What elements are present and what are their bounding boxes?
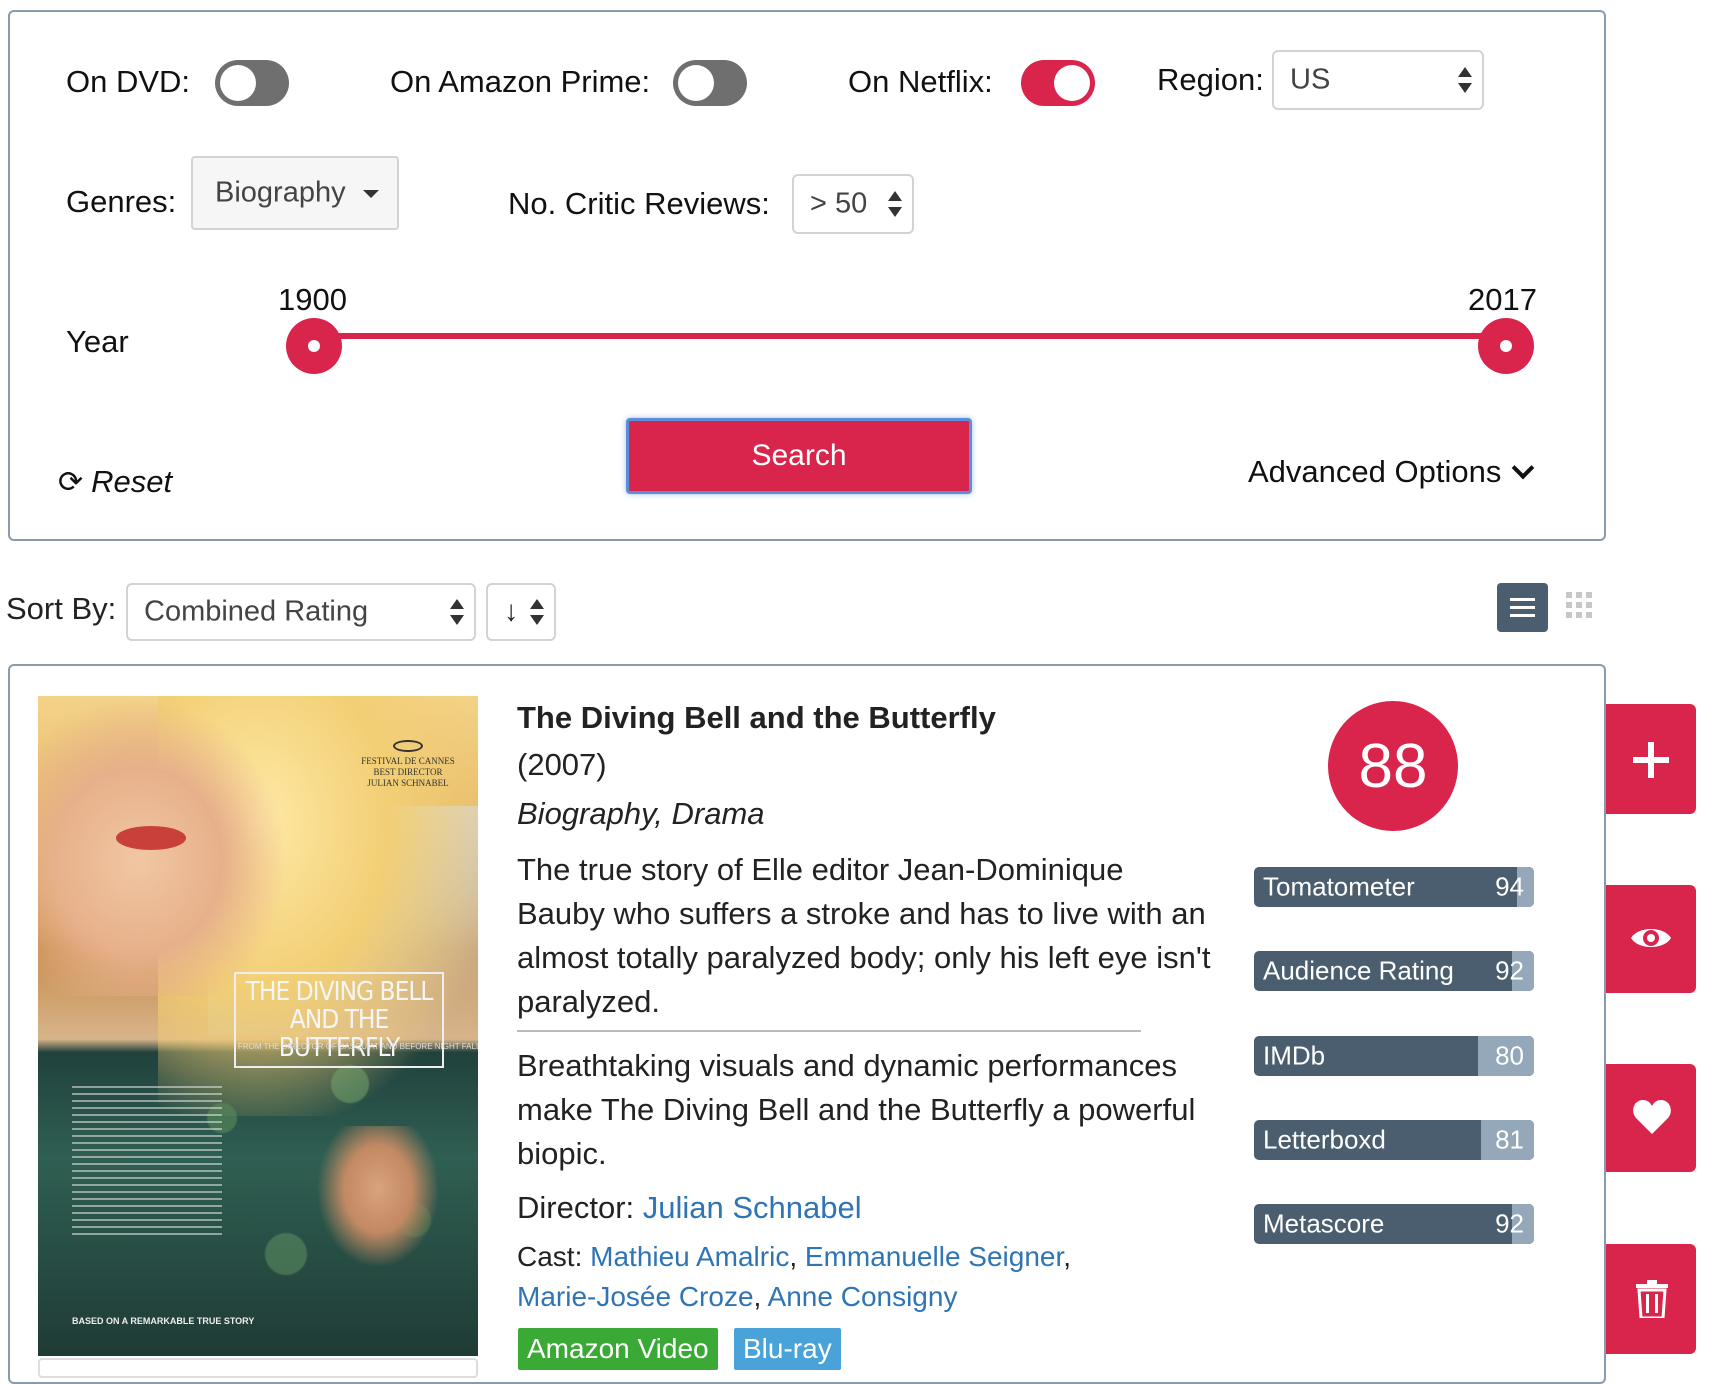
add-button[interactable] <box>1606 704 1696 814</box>
netflix-label: On Netflix: <box>848 64 993 99</box>
eye-icon <box>1631 929 1671 947</box>
select-arrows-icon <box>450 597 464 627</box>
combined-score: 88 <box>1328 701 1458 831</box>
movie-genres: Biography, Drama <box>517 796 765 831</box>
search-button[interactable]: Search <box>626 418 972 494</box>
caret-down-icon <box>363 190 379 198</box>
critic-reviews-label: No. Critic Reviews: <box>508 186 770 221</box>
availability-badge-amazon-video[interactable]: Amazon Video <box>518 1328 718 1370</box>
rating-bar-audience-rating: Audience Rating 92 <box>1254 951 1534 991</box>
sort-direction-value: ↓ <box>504 595 519 628</box>
trash-icon <box>1636 1280 1668 1318</box>
netflix-toggle[interactable] <box>1021 60 1095 106</box>
genres-value: Biography <box>215 176 346 209</box>
sort-field-value: Combined Rating <box>144 595 369 628</box>
grid-view-icon[interactable] <box>1566 592 1594 620</box>
year-max-handle[interactable] <box>1478 318 1534 374</box>
cast-link[interactable]: Anne Consigny <box>768 1281 958 1312</box>
favorite-button[interactable] <box>1606 1064 1696 1172</box>
poster-title-text: THE DIVING BELL AND THE BUTTERFLY <box>234 972 444 1068</box>
genres-label: Genres: <box>66 184 177 219</box>
movie-title: The Diving Bell and the Butterfly <box>517 700 996 735</box>
rating-name: Tomatometer <box>1263 871 1415 902</box>
chevron-down-icon <box>1512 456 1535 480</box>
select-arrows-icon <box>530 597 544 627</box>
rating-name: Audience Rating <box>1263 955 1454 986</box>
rating-bar-tomatometer: Tomatometer 94 <box>1254 867 1534 907</box>
year-range-track[interactable] <box>306 333 1506 339</box>
year-max-value: 2017 <box>1468 282 1537 317</box>
movie-poster[interactable]: FESTIVAL DE CANNES BEST DIRECTOR JULIAN … <box>38 696 478 1356</box>
year-label: Year <box>66 324 129 359</box>
toggle-knob <box>220 65 256 101</box>
heart-icon <box>1633 1100 1671 1134</box>
advanced-options-label: Advanced Options <box>1248 454 1502 489</box>
cast-link[interactable]: Marie-Josée Croze <box>517 1281 754 1312</box>
sort-by-label: Sort By: <box>6 591 117 626</box>
director-line: Director: Julian Schnabel <box>517 1190 862 1226</box>
region-value: US <box>1290 63 1331 96</box>
reset-link[interactable]: ⟳ Reset <box>58 464 172 500</box>
region-select[interactable]: US <box>1272 50 1484 110</box>
plus-icon <box>1633 742 1669 778</box>
list-view-icon[interactable] <box>1497 583 1548 632</box>
cast-line: Cast: Mathieu Amalric, Emmanuelle Seigne… <box>517 1241 1072 1312</box>
amazon-prime-label: On Amazon Prime: <box>390 64 651 99</box>
poster-based-on: BASED ON A REMARKABLE TRUE STORY <box>72 1316 255 1326</box>
select-arrows-icon <box>1458 65 1472 95</box>
refresh-icon: ⟳ <box>58 465 84 499</box>
cannes-logo-icon <box>393 740 423 752</box>
cast-label: Cast: <box>517 1241 583 1272</box>
cast-link[interactable]: Emmanuelle Seigner <box>805 1241 1063 1272</box>
dvd-toggle[interactable] <box>215 60 289 106</box>
critics-consensus: Breathtaking visuals and dynamic perform… <box>517 1048 1196 1171</box>
rating-value: 80 <box>1495 1040 1524 1071</box>
advanced-options-toggle[interactable]: Advanced Options <box>1248 454 1535 490</box>
critic-reviews-select[interactable]: > 50 <box>792 174 914 234</box>
rating-bar-metascore: Metascore 92 <box>1254 1204 1534 1244</box>
director-link[interactable]: Julian Schnabel <box>643 1190 862 1225</box>
genres-dropdown[interactable]: Biography <box>191 156 399 230</box>
director-label: Director: <box>517 1190 635 1225</box>
poster-footer <box>38 1358 478 1378</box>
rating-value: 92 <box>1495 955 1524 986</box>
movie-year: (2007) <box>517 747 607 782</box>
region-label: Region: <box>1157 62 1264 97</box>
toggle-knob <box>1054 65 1090 101</box>
search-button-label: Search <box>751 439 847 472</box>
rating-value: 81 <box>1495 1124 1524 1155</box>
rating-name: Letterboxd <box>1263 1124 1386 1155</box>
rating-name: IMDb <box>1263 1040 1326 1071</box>
divider <box>517 1030 1141 1032</box>
delete-button[interactable] <box>1606 1244 1696 1354</box>
cast-link[interactable]: Mathieu Amalric <box>590 1241 789 1272</box>
rating-name: Metascore <box>1263 1208 1385 1239</box>
availability-badge-blu-ray[interactable]: Blu-ray <box>734 1328 841 1370</box>
movie-plot: The true story of Elle editor Jean-Domin… <box>517 852 1211 1019</box>
rating-bar-imdb: IMDb 80 <box>1254 1036 1534 1076</box>
year-min-handle[interactable] <box>286 318 342 374</box>
sort-field-select[interactable]: Combined Rating <box>126 583 476 641</box>
watch-button[interactable] <box>1606 885 1696 993</box>
toggle-knob <box>678 65 714 101</box>
dvd-label: On DVD: <box>66 64 191 99</box>
amazon-prime-toggle[interactable] <box>673 60 747 106</box>
reset-label: Reset <box>91 464 173 499</box>
poster-festival-text: FESTIVAL DE CANNES BEST DIRECTOR JULIAN … <box>358 740 458 789</box>
rating-bar-letterboxd: Letterboxd 81 <box>1254 1120 1534 1160</box>
critic-reviews-value: > 50 <box>810 187 868 220</box>
rating-value: 94 <box>1495 871 1524 902</box>
year-min-value: 1900 <box>278 282 347 317</box>
select-arrows-icon <box>888 189 902 219</box>
rating-value: 92 <box>1495 1208 1524 1239</box>
poster-tagline: FROM THE DIRECTOR OF BASQUIAT AND BEFORE… <box>238 1042 478 1051</box>
sort-direction-select[interactable]: ↓ <box>486 583 556 641</box>
